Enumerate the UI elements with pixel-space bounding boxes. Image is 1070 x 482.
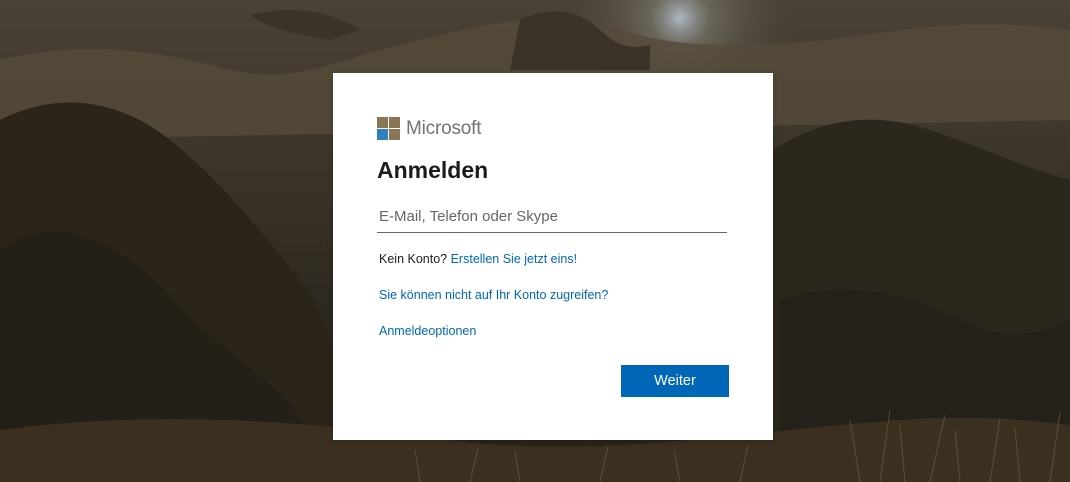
brand-name: Microsoft [406,117,482,139]
create-account-link[interactable]: Erstellen Sie jetzt eins! [451,252,577,266]
cant-access-row: Sie können nicht auf Ihr Konto zugreifen… [379,288,608,302]
page-title: Anmelden [377,157,489,183]
next-button[interactable]: Weiter [621,365,729,397]
signin-options-link[interactable]: Anmeldeoptionen [379,324,476,338]
no-account-label: Kein Konto? [379,252,448,266]
microsoft-logo-icon [377,117,400,140]
microsoft-logo: Microsoft [377,117,481,140]
signin-card: Microsoft Anmelden Kein Konto? Erstellen… [333,73,773,440]
signin-options-row: Anmeldeoptionen [379,324,476,338]
cant-access-link[interactable]: Sie können nicht auf Ihr Konto zugreifen… [379,288,608,302]
no-account-row: Kein Konto? Erstellen Sie jetzt eins! [379,252,577,266]
email-field[interactable] [377,201,727,233]
